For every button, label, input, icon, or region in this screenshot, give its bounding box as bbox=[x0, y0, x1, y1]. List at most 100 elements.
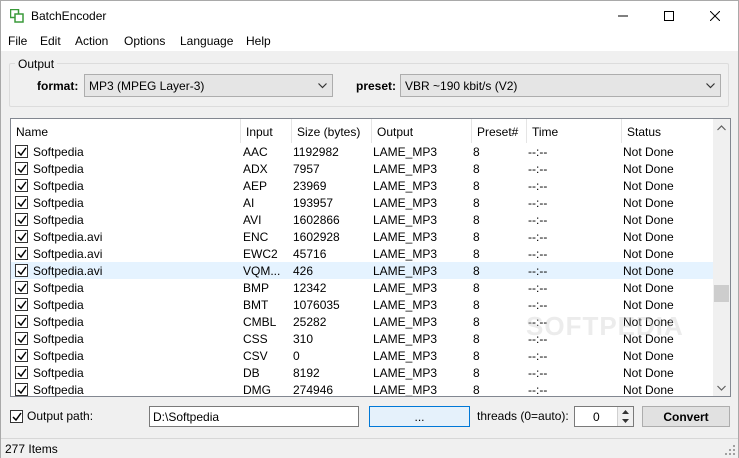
table-row[interactable]: Softpedia ADX 7957 LAME_MP3 8 --:-- Not Done bbox=[11, 160, 715, 177]
row-checkbox[interactable] bbox=[15, 196, 28, 209]
row-checkbox[interactable] bbox=[15, 383, 28, 396]
cell-preset: 8 bbox=[473, 349, 480, 363]
column-time[interactable]: Time bbox=[527, 119, 622, 143]
row-checkbox[interactable] bbox=[15, 230, 28, 243]
cell-status: Not Done bbox=[623, 179, 674, 193]
cell-input: CMBL bbox=[243, 315, 277, 329]
row-checkbox[interactable] bbox=[15, 264, 28, 277]
cell-preset: 8 bbox=[473, 383, 480, 397]
browse-button[interactable]: ... bbox=[369, 406, 470, 427]
table-row[interactable]: Softpedia.avi VQM... 426 LAME_MP3 8 --:-- Not … bbox=[11, 262, 715, 279]
vertical-scrollbar[interactable] bbox=[713, 119, 730, 396]
close-button[interactable] bbox=[692, 1, 738, 31]
menu-options[interactable]: Options bbox=[124, 34, 165, 48]
cell-time: --:-- bbox=[528, 366, 548, 380]
row-checkbox[interactable] bbox=[15, 332, 28, 345]
maximize-button[interactable] bbox=[646, 1, 692, 31]
row-checkbox[interactable] bbox=[15, 162, 28, 175]
chevron-down-icon bbox=[318, 83, 327, 89]
cell-name: Softpedia bbox=[33, 179, 84, 193]
chevron-down-icon bbox=[717, 385, 726, 391]
checkmark-icon bbox=[17, 249, 27, 259]
checkmark-icon bbox=[17, 334, 27, 344]
table-row[interactable]: Softpedia AI 193957 LAME_MP3 8 --:-- Not Done bbox=[11, 194, 715, 211]
cell-output: LAME_MP3 bbox=[373, 349, 438, 363]
column-input[interactable]: Input bbox=[241, 119, 292, 143]
row-checkbox[interactable] bbox=[15, 315, 28, 328]
main-window: BatchEncoder File Edit Action Options La… bbox=[0, 0, 739, 458]
checkmark-icon bbox=[17, 385, 27, 395]
checkmark-icon bbox=[17, 215, 27, 225]
cell-output: LAME_MP3 bbox=[373, 366, 438, 380]
cell-input: ENC bbox=[243, 230, 269, 244]
table-row[interactable]: Softpedia.avi ENC 1602928 LAME_MP3 8 --:-- Not… bbox=[11, 228, 715, 245]
threads-value: 0 bbox=[593, 410, 600, 424]
cell-status: Not Done bbox=[623, 281, 674, 295]
preset-select[interactable]: VBR ~190 kbit/s (V2) bbox=[400, 74, 721, 97]
spin-up-button[interactable] bbox=[618, 407, 633, 416]
cell-preset: 8 bbox=[473, 264, 480, 278]
row-checkbox[interactable] bbox=[15, 247, 28, 260]
cell-time: --:-- bbox=[528, 298, 548, 312]
table-row[interactable]: Softpedia AEP 23969 LAME_MP3 8 --:-- Not Done bbox=[11, 177, 715, 194]
cell-name: Softpedia bbox=[33, 366, 84, 380]
table-row[interactable]: Softpedia AVI 1602866 LAME_MP3 8 --:-- Not Don… bbox=[11, 211, 715, 228]
menu-help[interactable]: Help bbox=[246, 34, 271, 48]
watermark: SOFTPEDIA bbox=[526, 311, 684, 341]
row-checkbox[interactable] bbox=[15, 298, 28, 311]
convert-button[interactable]: Convert bbox=[642, 406, 730, 427]
window-title: BatchEncoder bbox=[31, 9, 107, 23]
table-row[interactable]: Softpedia AAC 1192982 LAME_MP3 8 --:-- Not Don… bbox=[11, 143, 715, 160]
output-path-input[interactable]: D:\Softpedia bbox=[149, 406, 359, 427]
output-path-checkbox[interactable] bbox=[10, 410, 23, 423]
cell-status: Not Done bbox=[623, 383, 674, 397]
row-checkbox[interactable] bbox=[15, 179, 28, 192]
minimize-button[interactable] bbox=[600, 1, 646, 31]
checkmark-icon bbox=[17, 181, 27, 191]
cell-output: LAME_MP3 bbox=[373, 247, 438, 261]
row-checkbox[interactable] bbox=[15, 281, 28, 294]
table-row[interactable]: Softpedia BMP 12342 LAME_MP3 8 --:-- Not Done bbox=[11, 279, 715, 296]
menu-language[interactable]: Language bbox=[180, 34, 233, 48]
cell-preset: 8 bbox=[473, 179, 480, 193]
spin-down-button[interactable] bbox=[618, 416, 633, 425]
cell-name: Softpedia bbox=[33, 145, 84, 159]
table-row[interactable]: Softpedia.avi EWC2 45716 LAME_MP3 8 --:-- Not … bbox=[11, 245, 715, 262]
cell-time: --:-- bbox=[528, 264, 548, 278]
cell-preset: 8 bbox=[473, 196, 480, 210]
cell-output: LAME_MP3 bbox=[373, 264, 438, 278]
column-preset[interactable]: Preset# bbox=[472, 119, 527, 143]
column-name[interactable]: Name bbox=[11, 119, 241, 143]
row-checkbox[interactable] bbox=[15, 349, 28, 362]
scroll-up-button[interactable] bbox=[713, 119, 730, 136]
cell-size: 8192 bbox=[293, 366, 320, 380]
file-list[interactable]: Name Input Size (bytes) Output Preset# T… bbox=[10, 118, 731, 397]
cell-time: --:-- bbox=[528, 213, 548, 227]
cell-time: --:-- bbox=[528, 247, 548, 261]
threads-stepper[interactable]: 0 bbox=[574, 406, 634, 427]
scroll-thumb[interactable] bbox=[714, 285, 729, 302]
cell-input: CSV bbox=[243, 349, 268, 363]
column-status[interactable]: Status bbox=[622, 119, 715, 143]
row-checkbox[interactable] bbox=[15, 213, 28, 226]
output-path-label: Output path: bbox=[27, 409, 94, 423]
menu-edit[interactable]: Edit bbox=[40, 34, 61, 48]
column-output[interactable]: Output bbox=[372, 119, 472, 143]
table-row[interactable]: Softpedia DMG 274946 LAME_MP3 8 --:-- Not Done bbox=[11, 381, 715, 397]
column-size[interactable]: Size (bytes) bbox=[292, 119, 372, 143]
format-select[interactable]: MP3 (MPEG Layer-3) bbox=[84, 74, 333, 97]
menu-action[interactable]: Action bbox=[75, 34, 108, 48]
status-bar: 277 Items bbox=[1, 438, 738, 458]
cell-preset: 8 bbox=[473, 247, 480, 261]
cell-name: Softpedia.avi bbox=[33, 230, 103, 244]
cell-input: DB bbox=[243, 366, 260, 380]
cell-status: Not Done bbox=[623, 366, 674, 380]
scroll-down-button[interactable] bbox=[713, 379, 730, 396]
table-row[interactable]: Softpedia DB 8192 LAME_MP3 8 --:-- Not Done bbox=[11, 364, 715, 381]
cell-output: LAME_MP3 bbox=[373, 145, 438, 159]
table-row[interactable]: Softpedia CSV 0 LAME_MP3 8 --:-- Not Done bbox=[11, 347, 715, 364]
menu-file[interactable]: File bbox=[8, 34, 27, 48]
resize-grip-icon[interactable] bbox=[725, 445, 736, 456]
row-checkbox[interactable] bbox=[15, 145, 28, 158]
row-checkbox[interactable] bbox=[15, 366, 28, 379]
